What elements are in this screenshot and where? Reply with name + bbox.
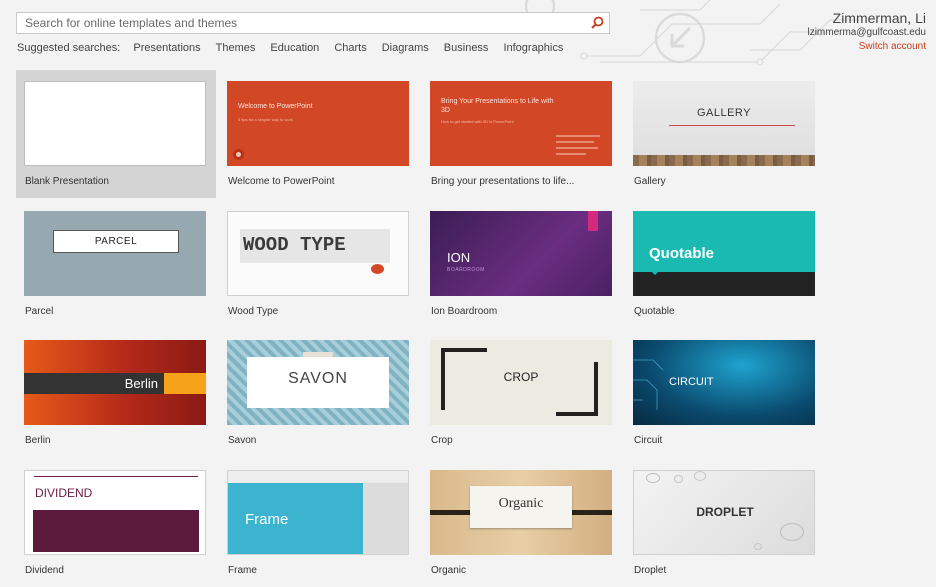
thumb-title: Welcome to PowerPoint [238,103,313,110]
template-tile-quotable[interactable]: Quotable Quotable [625,200,825,328]
template-label: Gallery [634,176,666,187]
template-label: Circuit [634,435,663,446]
template-tile-savon[interactable]: SAVON Savon [219,329,419,457]
thumb-title: DIVIDEND [35,486,93,500]
template-tile-wood-type[interactable]: WOOD TYPE Wood Type [219,200,419,328]
template-label: Welcome to PowerPoint [228,176,335,187]
template-label: Crop [431,435,453,446]
circuit-thumbnail: CIRCUIT [633,340,815,425]
3d-thumbnail: Bring Your Presentations to Life with 3D… [430,81,612,166]
search-input[interactable] [17,13,582,33]
suggested-link-diagrams[interactable]: Diagrams [382,42,429,54]
template-label: Bring your presentations to life... [431,176,575,187]
suggested-link-presentations[interactable]: Presentations [133,42,200,54]
switch-account-link[interactable]: Switch account [807,40,926,54]
suggested-searches: Suggested searches: Presentations Themes… [17,42,578,54]
template-label: Blank Presentation [25,176,109,187]
suggested-link-business[interactable]: Business [444,42,489,54]
template-tile-droplet[interactable]: DROPLET Droplet [625,459,825,587]
account-name: Zimmerman, Li [832,10,926,26]
thumb-title: CROP [503,370,539,384]
thumb-title: SAVON [288,370,348,387]
thumb-title: Organic [498,496,544,511]
template-label: Dividend [25,565,64,576]
droplet-thumbnail: DROPLET [633,470,815,555]
thumb-title: Quotable [649,245,715,262]
ion-boardroom-thumbnail: ION BOARDROOM [430,211,612,296]
template-label: Savon [228,435,257,446]
organic-thumbnail: Organic [430,470,612,555]
template-tile-3d-presentations[interactable]: Bring Your Presentations to Life with 3D… [422,70,622,198]
thumb-title: CIRCUIT [669,376,714,388]
template-tile-frame[interactable]: Frame Frame [219,459,419,587]
suggested-searches-label: Suggested searches: [17,42,121,54]
blank-thumbnail [24,81,206,166]
suggested-link-themes[interactable]: Themes [216,42,256,54]
template-label: Quotable [634,306,675,317]
template-tile-circuit[interactable]: CIRCUIT Circuit [625,329,825,457]
template-tile-ion-boardroom[interactable]: ION BOARDROOM Ion Boardroom [422,200,622,328]
dividend-thumbnail: DIVIDEND [24,470,206,555]
thumb-title: Berlin [124,376,158,391]
template-tile-welcome-to-powerpoint[interactable]: Welcome to PowerPoint 5 tips for a simpl… [219,70,419,198]
thumb-title: Frame [245,511,289,528]
template-label: Ion Boardroom [431,306,498,317]
thumb-title: DROPLET [696,505,754,519]
template-tile-crop[interactable]: CROP Crop [422,329,622,457]
parcel-thumbnail: PARCEL [24,211,206,296]
thumb-title: Bring Your Presentations to Life with 3D [441,98,554,114]
thumb-subtitle: 5 tips for a simpler way to work [238,117,293,122]
berlin-thumbnail: Berlin [24,340,206,425]
gallery-thumbnail: GALLERY [633,81,815,166]
wood-type-thumbnail: WOOD TYPE [227,211,409,296]
savon-thumbnail: SAVON [227,340,409,425]
template-label: Parcel [25,306,54,317]
template-label: Wood Type [228,306,279,317]
thumb-title: GALLERY [696,107,752,119]
thumb-title: PARCEL [53,230,179,253]
template-label: Organic [431,565,467,576]
thumb-subtitle: BOARDROOM [447,267,485,273]
template-label: Berlin [25,435,51,446]
template-tile-berlin[interactable]: Berlin Berlin [16,329,216,457]
template-gallery: Blank Presentation Welcome to PowerPoint… [16,70,828,587]
template-tile-blank-presentation[interactable]: Blank Presentation [16,70,216,198]
template-label: Droplet [634,565,667,576]
template-tile-parcel[interactable]: PARCEL Parcel [16,200,216,328]
thumb-title: ION [447,250,471,265]
thumb-subtitle: How to get started with 3D in PowerPoint [441,119,514,124]
template-tile-organic[interactable]: Organic Organic [422,459,622,587]
frame-thumbnail: Frame [227,470,409,555]
template-search-box [16,12,610,34]
powerpoint-logo-icon [233,149,244,160]
template-label: Frame [228,565,257,576]
suggested-link-infographics[interactable]: Infographics [503,42,563,54]
template-tile-dividend[interactable]: DIVIDEND Dividend [16,459,216,587]
account-email: lzimmerma@gulfcoast.edu [807,27,926,38]
suggested-link-education[interactable]: Education [270,42,319,54]
search-icon[interactable] [589,15,605,31]
quotable-thumbnail: Quotable [633,211,815,296]
account-panel: Zimmerman, Li lzimmerma@gulfcoast.edu Sw… [807,10,926,54]
welcome-thumbnail: Welcome to PowerPoint 5 tips for a simpl… [227,81,409,166]
thumb-title: WOOD TYPE [243,234,346,256]
crop-thumbnail: CROP [430,340,612,425]
template-tile-gallery[interactable]: GALLERY Gallery [625,70,825,198]
suggested-link-charts[interactable]: Charts [334,42,366,54]
